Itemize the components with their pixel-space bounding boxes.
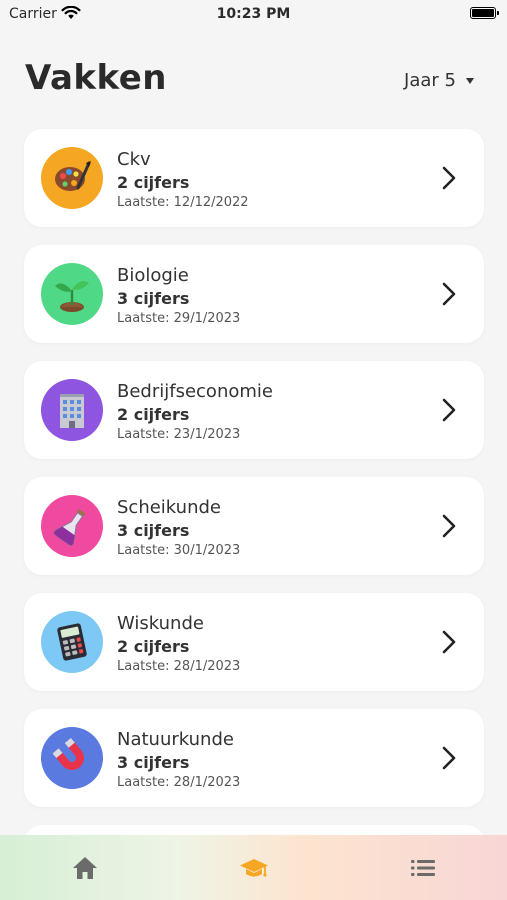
chevron-right-icon [442,746,456,770]
list-icon [410,859,435,876]
tab-home[interactable] [0,835,169,900]
chevron-right-icon [442,398,456,422]
subject-name: Biologie [117,265,189,286]
tab-list[interactable] [338,835,507,900]
tab-bar [0,835,507,900]
tab-subjects[interactable] [169,835,338,900]
grade-count: 3 cijfers [117,289,190,308]
calculator-icon [41,611,103,673]
last-grade-date: Laatste: 28/1/2023 [117,659,241,674]
chevron-right-icon [442,166,456,190]
subject-name: Natuurkunde [117,729,234,750]
year-selector-label: Jaar 5 [404,70,456,91]
subject-card-bedrijfseconomie[interactable]: Bedrijfseconomie 2 cijfers Laatste: 23/1… [24,361,484,459]
last-grade-date: Laatste: 30/1/2023 [117,543,241,558]
subject-card-biologie[interactable]: Biologie 3 cijfers Laatste: 29/1/2023 [24,245,484,343]
seedling-icon [41,263,103,325]
graduation-cap-icon [239,858,268,877]
subject-name: Bedrijfseconomie [117,381,273,402]
office-building-icon [41,379,103,441]
caret-down-icon [466,77,474,84]
subject-name: Ckv [117,149,151,170]
home-icon [72,856,97,879]
grade-count: 2 cijfers [117,637,190,656]
subject-name: Wiskunde [117,613,204,634]
subject-card-wiskunde[interactable]: Wiskunde 2 cijfers Laatste: 28/1/2023 [24,593,484,691]
palette-icon [41,147,103,209]
chevron-right-icon [442,282,456,306]
subject-list: Ckv 2 cijfers Laatste: 12/12/2022 Biolog… [24,129,484,825]
clock: 10:23 PM [216,6,291,22]
grade-count: 3 cijfers [117,521,190,540]
grade-count: 2 cijfers [117,405,190,424]
battery-icon [470,7,499,19]
magnet-icon [41,727,103,789]
status-bar: Carrier 10:23 PM [0,0,507,30]
last-grade-date: Laatste: 28/1/2023 [117,775,241,790]
flask-icon [41,495,103,557]
grade-count: 2 cijfers [117,173,190,192]
chevron-right-icon [442,514,456,538]
last-grade-date: Laatste: 12/12/2022 [117,195,249,210]
last-grade-date: Laatste: 23/1/2023 [117,427,241,442]
year-selector[interactable]: Jaar 5 [404,70,474,91]
grade-count: 3 cijfers [117,753,190,772]
screen: Carrier 10:23 PM Vakken Jaar 5 Ckv 2 cij… [0,0,507,900]
last-grade-date: Laatste: 29/1/2023 [117,311,241,326]
subject-card-ckv[interactable]: Ckv 2 cijfers Laatste: 12/12/2022 [24,129,484,227]
page-title: Vakken [25,58,167,98]
subject-card-scheikunde[interactable]: Scheikunde 3 cijfers Laatste: 30/1/2023 [24,477,484,575]
chevron-right-icon [442,630,456,654]
subject-card-natuurkunde[interactable]: Natuurkunde 3 cijfers Laatste: 28/1/2023 [24,709,484,807]
subject-name: Scheikunde [117,497,221,518]
